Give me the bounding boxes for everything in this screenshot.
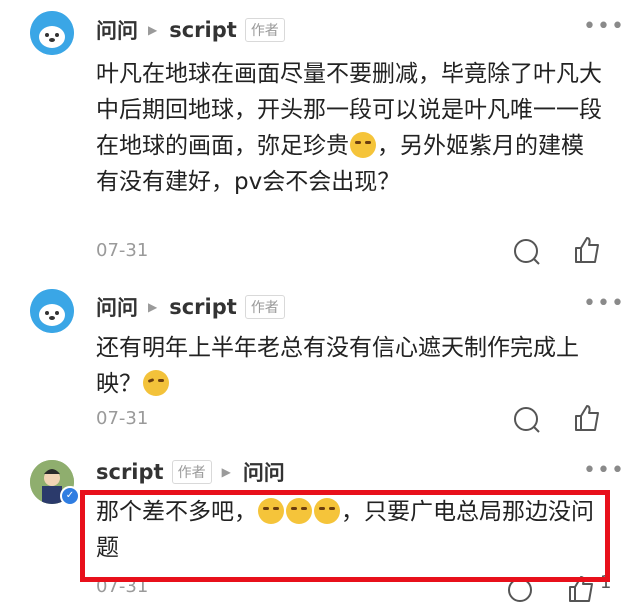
author-badge: 作者 bbox=[171, 460, 212, 484]
comment-bubble-icon[interactable] bbox=[512, 237, 542, 267]
verified-icon: ✓ bbox=[60, 486, 80, 506]
more-dots-icon[interactable]: ••• bbox=[583, 291, 625, 316]
avatar[interactable] bbox=[30, 289, 74, 333]
comment-text: 叶凡在地球在画面尽量不要删减，毕竟除了叶凡大中后期回地球，开头那一段可以说是叶凡… bbox=[96, 61, 602, 195]
author-badge: 作者 bbox=[244, 18, 285, 42]
comment-bubble-icon[interactable] bbox=[512, 405, 542, 435]
author-name[interactable]: 问问 bbox=[96, 292, 138, 322]
reply-to-name[interactable]: script bbox=[169, 18, 237, 42]
triangle-right-icon: ▶ bbox=[148, 300, 158, 314]
comment-header: 问问 ▶ script 作者 bbox=[96, 293, 285, 321]
thumbs-up-icon[interactable] bbox=[572, 235, 602, 265]
author-name[interactable]: script bbox=[96, 460, 164, 484]
comment-header: 问问 ▶ script 作者 bbox=[96, 16, 285, 44]
triangle-right-icon: ▶ bbox=[221, 465, 231, 479]
comment-header: script 作者 ▶ 问问 bbox=[96, 458, 285, 486]
comment-text: 还有明年上半年老总有没有信心遮天制作完成上映？ bbox=[96, 335, 579, 397]
reply-to-name[interactable]: 问问 bbox=[243, 457, 285, 487]
triangle-right-icon: ▶ bbox=[148, 23, 158, 37]
comment-date: 07-31 bbox=[96, 240, 149, 261]
more-dots-icon[interactable]: ••• bbox=[583, 458, 625, 483]
author-name[interactable]: 问问 bbox=[96, 15, 138, 45]
laugh-cry-emoji bbox=[350, 132, 376, 158]
more-dots-icon[interactable]: ••• bbox=[583, 14, 625, 39]
thinking-emoji bbox=[143, 370, 169, 396]
highlight-box bbox=[80, 490, 610, 582]
avatar[interactable] bbox=[30, 11, 74, 55]
thumbs-up-icon[interactable] bbox=[572, 403, 602, 433]
reply-to-name[interactable]: script bbox=[169, 295, 237, 319]
author-badge: 作者 bbox=[244, 295, 285, 319]
comment-date: 07-31 bbox=[96, 408, 149, 429]
